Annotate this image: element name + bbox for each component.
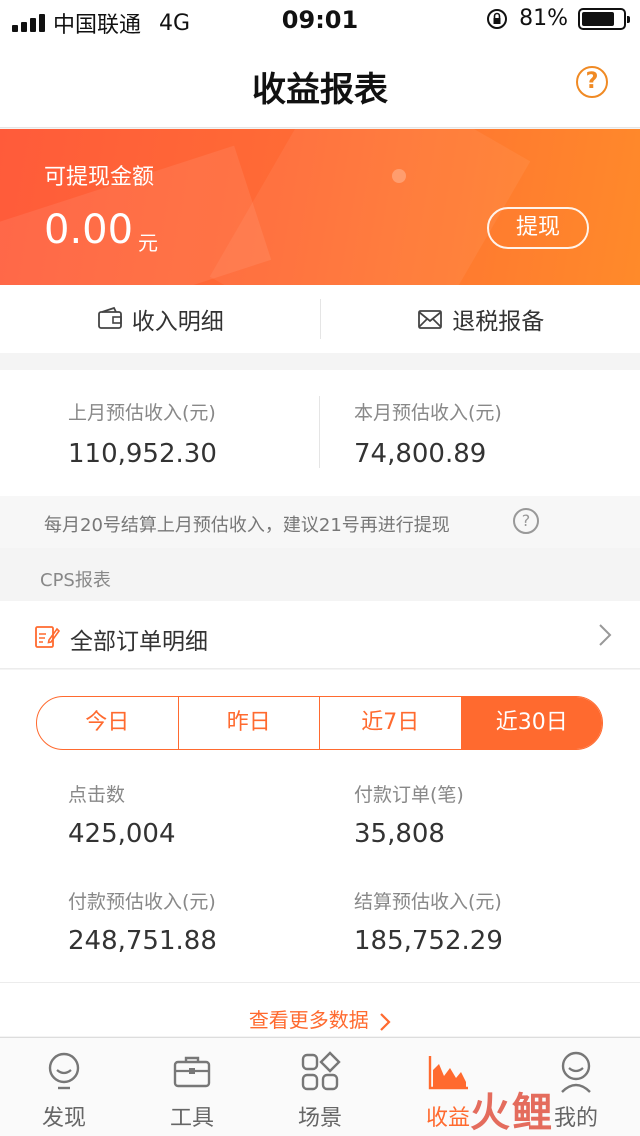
last-month-estimate: 上月预估收入(元) 110,952.30 xyxy=(68,398,217,469)
tax-report-button[interactable]: 退税报备 xyxy=(321,302,640,336)
stats-card: 今日 昨日 近7日 近30日 点击数 425,004 付款订单(笔) 35,80… xyxy=(0,670,640,1036)
income-detail-label: 收入明细 xyxy=(131,309,224,335)
status-bar: 中国联通 4G 09:01 81% xyxy=(0,0,640,40)
stat-paid-income: 付款预估收入(元) 248,751.88 xyxy=(68,887,217,956)
wallet-icon xyxy=(97,306,122,329)
stat-clicks: 点击数 425,004 xyxy=(68,780,176,849)
battery-fill xyxy=(582,11,615,26)
nav-bar: 收益报表 ? xyxy=(0,40,640,128)
period-selector: 今日 昨日 近7日 近30日 xyxy=(36,696,603,750)
period-tab-today[interactable]: 今日 xyxy=(37,697,179,749)
more-divider xyxy=(0,982,640,983)
notice-help-icon[interactable]: ? xyxy=(513,508,539,534)
withdraw-button[interactable]: 提现 xyxy=(487,207,589,249)
period-tab-30days[interactable]: 近30日 xyxy=(461,697,602,749)
current-month-value: 74,800.89 xyxy=(354,439,487,469)
area-chart-icon xyxy=(428,1056,468,1090)
banner-decoration xyxy=(392,169,406,183)
person-icon xyxy=(561,1051,591,1093)
chevron-right-icon xyxy=(599,624,612,646)
tab-label: 工具 xyxy=(169,1106,214,1131)
edit-icon xyxy=(35,626,60,648)
tab-label: 发现 xyxy=(41,1106,86,1131)
cps-section-title: CPS报表 xyxy=(40,570,111,591)
settlement-notice: 每月20号结算上月预估收入，建议21号再进行提现 ? xyxy=(0,496,640,548)
stat-settled-income: 结算预估收入(元) 185,752.29 xyxy=(354,887,503,956)
status-right: 81% xyxy=(485,6,630,31)
tab-scenes[interactable]: 场景 xyxy=(256,1038,384,1136)
help-button[interactable]: ? xyxy=(576,66,608,98)
battery-percent: 81% xyxy=(519,6,568,31)
last-month-value: 110,952.30 xyxy=(68,439,217,469)
notice-text: 每月20号结算上月预估收入，建议21号再进行提现 xyxy=(44,515,450,536)
order-detail-label: 全部订单明细 xyxy=(70,629,208,655)
period-tab-7days[interactable]: 近7日 xyxy=(320,697,462,749)
balance-unit: 元 xyxy=(138,231,158,255)
stat-paid-orders: 付款订单(笔) 35,808 xyxy=(354,780,464,849)
bulb-icon xyxy=(48,1052,80,1090)
tab-label: 场景 xyxy=(297,1106,342,1131)
order-detail-row[interactable]: 全部订单明细 xyxy=(0,601,640,669)
balance-banner: 可提现金额 0.00 元 提现 xyxy=(0,129,640,285)
monthly-estimate-card: 上月预估收入(元) 110,952.30 本月预估收入(元) 74,800.89 xyxy=(0,370,640,496)
tax-report-label: 退税报备 xyxy=(452,309,545,335)
banner-decoration xyxy=(209,129,531,285)
stat-value: 185,752.29 xyxy=(354,926,503,956)
stat-label: 结算预估收入(元) xyxy=(354,891,502,913)
month-divider xyxy=(319,396,320,468)
view-more-link[interactable]: 查看更多数据 xyxy=(0,1004,640,1033)
page-title: 收益报表 xyxy=(252,70,388,110)
stat-value: 248,751.88 xyxy=(68,926,217,956)
current-month-estimate: 本月预估收入(元) 74,800.89 xyxy=(354,398,502,469)
period-tab-yesterday[interactable]: 昨日 xyxy=(179,697,320,749)
action-row: 收入明细 退税报备 xyxy=(0,285,640,353)
orientation-lock-icon xyxy=(487,8,508,29)
chevron-right-icon xyxy=(380,1012,391,1031)
tab-tools[interactable]: 工具 xyxy=(128,1038,256,1136)
stat-label: 付款订单(笔) xyxy=(354,784,464,806)
balance-amount: 0.00 xyxy=(44,207,134,253)
stat-value: 425,004 xyxy=(68,819,176,849)
briefcase-icon xyxy=(173,1056,211,1088)
stat-value: 35,808 xyxy=(354,819,445,849)
current-month-label: 本月预估收入(元) xyxy=(354,402,502,424)
envelope-icon xyxy=(418,310,443,329)
income-detail-button[interactable]: 收入明细 xyxy=(0,302,320,336)
view-more-label: 查看更多数据 xyxy=(248,1008,369,1032)
battery-icon xyxy=(578,7,630,30)
stat-label: 付款预估收入(元) xyxy=(68,891,216,913)
balance-label: 可提现金额 xyxy=(44,165,155,190)
stat-label: 点击数 xyxy=(68,784,126,806)
watermark-logo: 火鲤 xyxy=(470,1090,554,1136)
tab-discover[interactable]: 发现 xyxy=(0,1038,128,1136)
last-month-label: 上月预估收入(元) xyxy=(68,402,216,424)
grid-icon xyxy=(301,1051,341,1091)
